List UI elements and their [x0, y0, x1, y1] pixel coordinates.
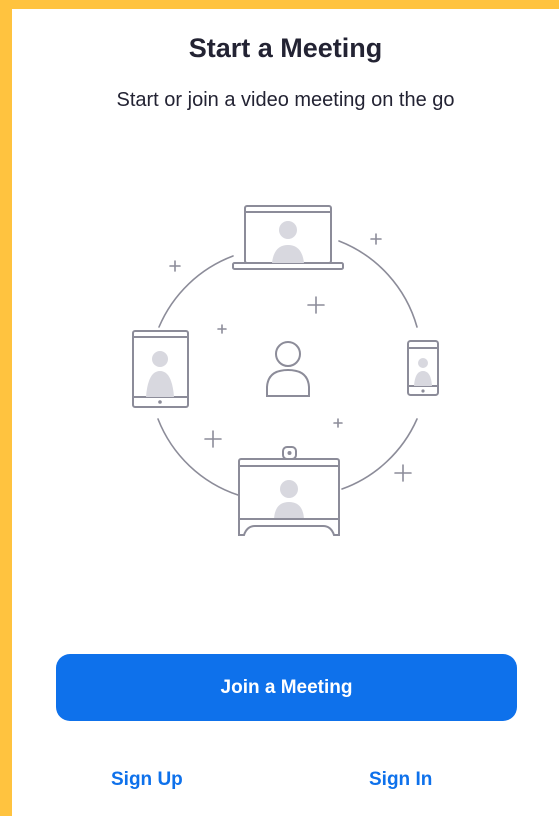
room-system-icon	[238, 446, 340, 536]
user-icon	[266, 341, 310, 397]
app-screen: Start a Meeting Start or join a video me…	[12, 9, 559, 816]
sign-up-link[interactable]: Sign Up	[111, 769, 183, 791]
laptop-icon	[232, 205, 344, 270]
phone-icon	[407, 340, 439, 396]
join-meeting-button[interactable]: Join a Meeting	[56, 654, 517, 721]
sign-in-link[interactable]: Sign In	[369, 769, 432, 791]
tablet-icon	[132, 330, 189, 408]
